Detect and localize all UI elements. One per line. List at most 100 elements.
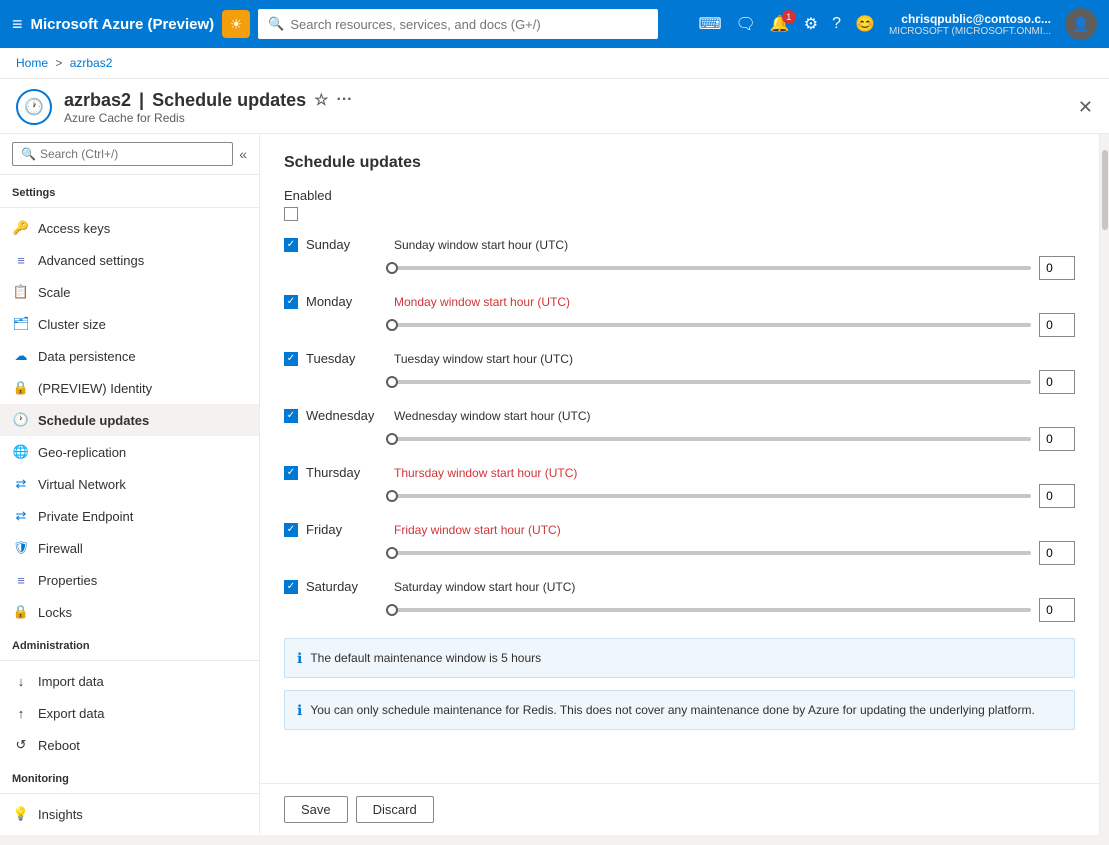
sidebar-item-scale[interactable]: 📋 Scale (0, 276, 259, 308)
content-wrapper: Schedule updates Enabled Sunday Sunday w… (260, 134, 1099, 835)
sidebar-item-label: Scale (38, 285, 71, 300)
favorite-star[interactable]: ☆ (314, 90, 328, 110)
sidebar-item-virtual-network[interactable]: ⇄ Virtual Network (0, 468, 259, 500)
sidebar-item-properties[interactable]: ≡ Properties (0, 564, 259, 596)
search-input[interactable] (290, 17, 648, 32)
tuesday-track (386, 380, 1031, 384)
notification-badge: 1 (782, 10, 796, 24)
monday-track (386, 323, 1031, 327)
tuesday-thumb[interactable] (386, 376, 398, 388)
user-info: chrisqpublic@contoso.c... MICROSOFT (MIC… (889, 12, 1051, 37)
tuesday-checkbox[interactable] (284, 352, 298, 366)
breadcrumb-current[interactable]: azrbas2 (70, 56, 113, 70)
user-avatar[interactable]: 👤 (1065, 8, 1097, 40)
thursday-value-input[interactable] (1039, 484, 1075, 508)
sidebar-item-private-endpoint[interactable]: ⇄ Private Endpoint (0, 500, 259, 532)
sidebar-search-inner[interactable]: 🔍 (12, 142, 233, 166)
sidebar-item-label: Import data (38, 674, 104, 689)
sidebar-item-label: Locks (38, 605, 72, 620)
sunday-slider-row (284, 256, 1075, 280)
sidebar-item-advanced-settings[interactable]: ≡ Advanced settings (0, 244, 259, 276)
global-search[interactable]: 🔍 (258, 9, 658, 39)
user-name: chrisqpublic@contoso.c... (901, 12, 1051, 26)
thursday-thumb[interactable] (386, 490, 398, 502)
wednesday-value-input[interactable] (1039, 427, 1075, 451)
sidebar-collapse-icon[interactable]: « (239, 146, 247, 162)
sidebar-item-label: Insights (38, 807, 83, 822)
close-icon[interactable]: ✕ (1078, 97, 1093, 118)
sidebar-item-reboot[interactable]: ↺ Reboot (0, 729, 259, 761)
sidebar-item-firewall[interactable]: 🛡 Firewall (0, 532, 259, 564)
day-row-wednesday: Wednesday Wednesday window start hour (U… (284, 408, 1075, 451)
monitoring-section-label: Monitoring (0, 761, 259, 789)
thursday-track (386, 494, 1031, 498)
sidebar-item-export-data[interactable]: ↑ Export data (0, 697, 259, 729)
sidebar-item-insights[interactable]: 💡 Insights (0, 798, 259, 830)
sidebar-item-access-keys[interactable]: 🔑 Access keys (0, 212, 259, 244)
geo-replication-icon: 🌐 (12, 443, 30, 461)
feedback-icon[interactable]: 🗨 (736, 14, 756, 34)
day-row-top-tuesday: Tuesday Tuesday window start hour (UTC) (284, 351, 1075, 366)
sunday-slider-container (386, 266, 1031, 270)
day-row-top-sunday: Sunday Sunday window start hour (UTC) (284, 237, 1075, 252)
content-inner: Schedule updates Enabled Sunday Sunday w… (260, 134, 1099, 762)
tuesday-value-input[interactable] (1039, 370, 1075, 394)
day-row-top-monday: Monday Monday window start hour (UTC) (284, 294, 1075, 309)
wednesday-thumb[interactable] (386, 433, 398, 445)
info-box-2: ℹ You can only schedule maintenance for … (284, 690, 1075, 730)
sidebar-item-cluster-size[interactable]: 🗂 Cluster size (0, 308, 259, 340)
sidebar-item-schedule-updates[interactable]: 🕐 Schedule updates (0, 404, 259, 436)
discard-button[interactable]: Discard (356, 796, 434, 823)
saturday-value-input[interactable] (1039, 598, 1075, 622)
monitoring-section: Monitoring 💡 Insights 🔔 Alerts (0, 761, 259, 835)
monday-slider-label: Monday window start hour (UTC) (394, 295, 614, 309)
sidebar-item-locks[interactable]: 🔒 Locks (0, 596, 259, 628)
sunday-thumb[interactable] (386, 262, 398, 274)
sidebar-item-geo-replication[interactable]: 🌐 Geo-replication (0, 436, 259, 468)
feedback2-icon[interactable]: 😊 (855, 14, 875, 34)
notifications-icon[interactable]: 🔔 1 (770, 14, 790, 34)
sidebar-item-alerts[interactable]: 🔔 Alerts (0, 830, 259, 835)
access-keys-icon: 🔑 (12, 219, 30, 237)
breadcrumb-separator: > (55, 56, 65, 70)
enabled-checkbox[interactable] (284, 207, 298, 221)
friday-checkbox[interactable] (284, 523, 298, 537)
sidebar-search-container: 🔍 « (0, 134, 259, 175)
breadcrumb-home[interactable]: Home (16, 56, 48, 70)
hamburger-menu[interactable]: ≡ (12, 14, 23, 35)
administration-section: Administration ↓ Import data ↑ Export da… (0, 628, 259, 761)
sunday-checkbox[interactable] (284, 238, 298, 252)
friday-thumb[interactable] (386, 547, 398, 559)
sunday-value-input[interactable] (1039, 256, 1075, 280)
friday-value-input[interactable] (1039, 541, 1075, 565)
monday-thumb[interactable] (386, 319, 398, 331)
tuesday-slider-section: Tuesday window start hour (UTC) (394, 352, 1075, 366)
monday-value-input[interactable] (1039, 313, 1075, 337)
monday-slider-section: Monday window start hour (UTC) (394, 295, 1075, 309)
more-options-icon[interactable]: ··· (336, 91, 352, 109)
sidebar-item-data-persistence[interactable]: ☁ Data persistence (0, 340, 259, 372)
page-section: Schedule updates (152, 90, 306, 111)
day-row-tuesday: Tuesday Tuesday window start hour (UTC) (284, 351, 1075, 394)
sidebar-item-identity[interactable]: 🔒 (PREVIEW) Identity (0, 372, 259, 404)
saturday-slider-section: Saturday window start hour (UTC) (394, 580, 1075, 594)
help-icon[interactable]: ? (832, 15, 841, 33)
saturday-track (386, 608, 1031, 612)
save-button[interactable]: Save (284, 796, 348, 823)
sidebar-item-import-data[interactable]: ↓ Import data (0, 665, 259, 697)
sidebar-item-label: Access keys (38, 221, 110, 236)
thursday-checkbox[interactable] (284, 466, 298, 480)
monday-checkbox[interactable] (284, 295, 298, 309)
settings-divider (0, 207, 259, 208)
saturday-thumb[interactable] (386, 604, 398, 616)
export-icon: ↑ (12, 704, 30, 722)
saturday-checkbox[interactable] (284, 580, 298, 594)
cloud-shell-icon[interactable]: ⌨ (698, 14, 721, 34)
firewall-icon: 🛡 (12, 539, 30, 557)
wednesday-checkbox[interactable] (284, 409, 298, 423)
settings-icon[interactable]: ⚙ (804, 14, 818, 34)
scrollbar[interactable] (1099, 134, 1109, 835)
sunday-label: Sunday (306, 237, 386, 252)
sidebar-item-label: Export data (38, 706, 105, 721)
sidebar-search-input[interactable] (40, 147, 224, 161)
